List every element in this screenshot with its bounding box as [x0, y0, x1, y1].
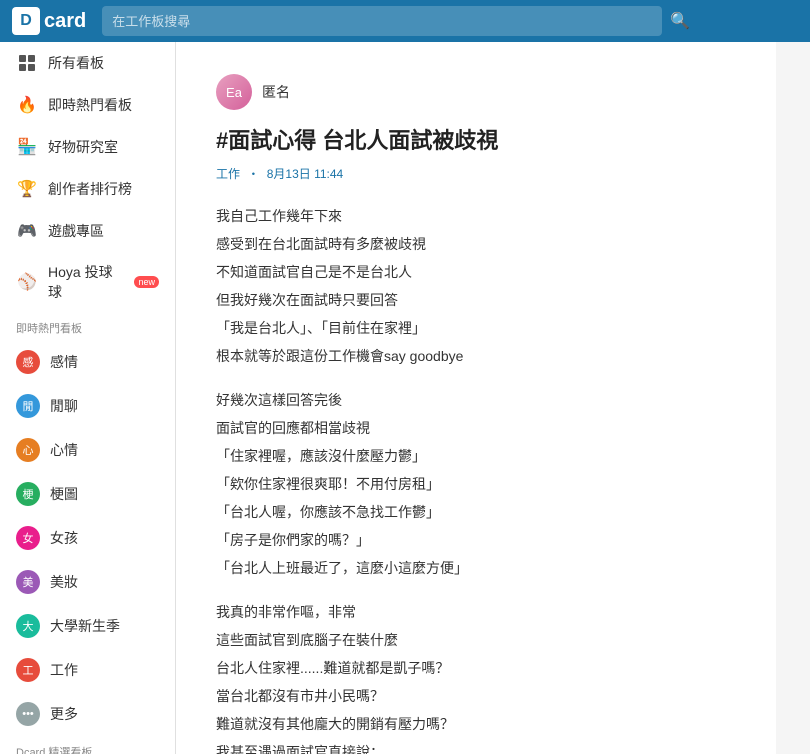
grid-icon: [16, 52, 38, 74]
sidebar-item-good-stuff[interactable]: 🏪 好物研究室: [0, 126, 175, 168]
trophy-icon: 🏆: [16, 178, 38, 200]
logo-text: card: [44, 10, 86, 33]
sidebar-item-girls[interactable]: 女 女孩: [0, 516, 175, 560]
topbar: D card 🔍: [0, 0, 810, 42]
article-paragraph: 好幾次這樣回答完後: [216, 386, 736, 414]
article-paragraph: 「台北人喔，你應該不急找工作鬱」: [216, 498, 736, 526]
sidebar-label: 好物研究室: [48, 137, 118, 157]
sidebar-label: 更多: [50, 704, 78, 724]
article-meta: 工作 ・ 8月13日 11:44: [216, 165, 736, 182]
logo-icon: D: [12, 7, 40, 35]
article-paragraph: 我自己工作幾年下來: [216, 202, 736, 230]
content-area: Ea 匿名 #面試心得 台北人面試被歧視 工作 ・ 8月13日 11:44 我自…: [176, 42, 810, 754]
article-date: 8月13日 11:44: [267, 167, 344, 181]
article-paragraph: 「房子是你們家的嗎？」: [216, 526, 736, 554]
article-title: #面試心得 台北人面試被歧視: [216, 126, 736, 157]
article-body: 我自己工作幾年下來感受到在台北面試時有多麼被歧視不知道面試官自己是不是台北人但我…: [216, 202, 736, 754]
article-paragraph: 我真的非常作嘔，非常: [216, 598, 736, 626]
author-avatar: Ea: [216, 74, 252, 110]
sidebar-label: 女孩: [50, 528, 78, 548]
sidebar-item-mood[interactable]: 心 心情: [0, 428, 175, 472]
article-board[interactable]: 工作: [216, 167, 240, 181]
sidebar-item-more[interactable]: ••• 更多: [0, 692, 175, 736]
article-paragraph: 「欸你住家裡很爽耶！不用付房租」: [216, 470, 736, 498]
article-paragraph: 這些面試官到底腦子在裝什麼: [216, 626, 736, 654]
article-paragraph: 「台北人上班最近了，這麼小這麼方便」: [216, 554, 736, 582]
girls-avatar: 女: [16, 526, 40, 550]
article-paragraph: 面試官的回應都相當歧視: [216, 414, 736, 442]
article-paragraph: 難道就沒有其他龐大的開銷有壓力嗎？: [216, 710, 736, 738]
article-paragraph: 但我好幾次在面試時只要回答: [216, 286, 736, 314]
sidebar-label: Hoya 投球球: [48, 262, 122, 302]
game-icon: 🎮: [16, 220, 38, 242]
sidebar-item-meme[interactable]: 梗 梗圖: [0, 472, 175, 516]
emotion-avatar: 感: [16, 350, 40, 374]
article-separator: ・: [247, 167, 259, 181]
search-button[interactable]: 🔍: [670, 11, 690, 31]
article-paragraph: 當台北都沒有市井小民嗎？: [216, 682, 736, 710]
sidebar-label: 大學新生季: [50, 616, 120, 636]
sidebar-label: 感情: [50, 352, 78, 372]
main-layout: 所有看板 🔥 即時熱門看板 🏪 好物研究室 🏆 創作者排行榜 🎮 遊戲專區 ⚾ …: [0, 42, 810, 754]
sidebar-item-emotion[interactable]: 感 感情: [0, 340, 175, 384]
article-container: Ea 匿名 #面試心得 台北人面試被歧視 工作 ・ 8月13日 11:44 我自…: [176, 42, 776, 754]
article-paragraph: 不知道面試官自己是不是台北人: [216, 258, 736, 286]
picks-section-label: Dcard 精選看板: [0, 736, 175, 754]
sidebar: 所有看板 🔥 即時熱門看板 🏪 好物研究室 🏆 創作者排行榜 🎮 遊戲專區 ⚾ …: [0, 42, 176, 754]
work-avatar: 工: [16, 658, 40, 682]
sidebar-item-makeup[interactable]: 美 美妝: [0, 560, 175, 604]
sidebar-label: 工作: [50, 660, 78, 680]
chat-avatar: 閒: [16, 394, 40, 418]
sidebar-label: 梗圖: [50, 484, 78, 504]
new-badge: new: [134, 276, 159, 288]
article-paragraph: 根本就等於跟這份工作機會say goodbye: [216, 342, 736, 370]
mood-avatar: 心: [16, 438, 40, 462]
sidebar-item-hoya[interactable]: ⚾ Hoya 投球球 new: [0, 252, 175, 312]
sidebar-label: 創作者排行榜: [48, 179, 132, 199]
sidebar-item-game-zone[interactable]: 🎮 遊戲專區: [0, 210, 175, 252]
more-avatar: •••: [16, 702, 40, 726]
fire-icon: 🔥: [16, 94, 38, 116]
sidebar-item-all-boards[interactable]: 所有看板: [0, 42, 175, 84]
sidebar-item-freshman[interactable]: 大 大學新生季: [0, 604, 175, 648]
sidebar-label: 美妝: [50, 572, 78, 592]
baseball-icon: ⚾: [16, 271, 38, 293]
author-row: Ea 匿名: [216, 74, 736, 110]
sidebar-item-hot-boards[interactable]: 🔥 即時熱門看板: [0, 84, 175, 126]
sidebar-label: 所有看板: [48, 53, 104, 73]
author-name: 匿名: [262, 82, 290, 102]
freshman-avatar: 大: [16, 614, 40, 638]
article-paragraph: 台北人住家裡......難道就都是凱子嗎？: [216, 654, 736, 682]
article-paragraph: 「住家裡喔，應該沒什麼壓力鬱」: [216, 442, 736, 470]
hot-section-label: 即時熱門看板: [0, 312, 175, 340]
shop-icon: 🏪: [16, 136, 38, 158]
sidebar-label: 心情: [50, 440, 78, 460]
sidebar-item-creators-rank[interactable]: 🏆 創作者排行榜: [0, 168, 175, 210]
article-paragraph: 我甚至遇過面試官直接說：: [216, 738, 736, 754]
article-paragraph: 感受到在台北面試時有多麼被歧視: [216, 230, 736, 258]
search-input[interactable]: [102, 6, 662, 36]
sidebar-label: 遊戲專區: [48, 221, 104, 241]
makeup-avatar: 美: [16, 570, 40, 594]
logo[interactable]: D card: [12, 7, 86, 35]
meme-avatar: 梗: [16, 482, 40, 506]
sidebar-item-work[interactable]: 工 工作: [0, 648, 175, 692]
sidebar-label: 即時熱門看板: [48, 95, 132, 115]
sidebar-item-chat[interactable]: 閒 閒聊: [0, 384, 175, 428]
sidebar-label: 閒聊: [50, 396, 78, 416]
article-paragraph: 「我是台北人」、「目前住在家裡」: [216, 314, 736, 342]
